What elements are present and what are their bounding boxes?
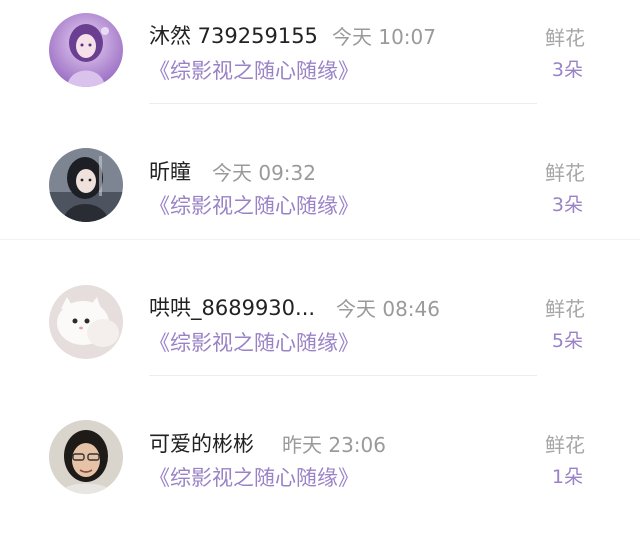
gift-message-list: 沐然 739259155 今天 10:07 《综影视之随心随缘》 鲜花 3朵 昕… <box>0 0 640 499</box>
message-time: 今天 08:46 <box>336 297 440 321</box>
anime-girl-dark-hair-avatar-icon <box>49 148 123 222</box>
work-title-link[interactable]: 《综影视之随心随缘》 <box>149 190 359 220</box>
gift-type-label: 鲜花 <box>545 433 585 457</box>
anime-girl-purple-avatar-icon <box>49 13 123 87</box>
list-item[interactable]: 可爱的彬彬 昨天 23:06 《综影视之随心随缘》 鲜花 1朵 <box>0 408 640 544</box>
white-cat-avatar-icon <box>49 285 123 359</box>
user-name[interactable]: 昕瞳 <box>149 156 191 186</box>
gift-type-label: 鲜花 <box>545 161 585 185</box>
user-avatar[interactable] <box>49 285 123 359</box>
work-title-link[interactable]: 《综影视之随心随缘》 <box>149 327 359 357</box>
message-time: 昨天 23:06 <box>282 433 386 457</box>
gift-type-label: 鲜花 <box>545 297 585 321</box>
message-time: 今天 10:07 <box>332 25 436 49</box>
gift-count: 5朵 <box>551 330 583 352</box>
user-avatar[interactable] <box>49 420 123 494</box>
gift-count: 1朵 <box>551 466 583 488</box>
row-divider <box>149 103 537 104</box>
list-item[interactable]: 哄哄_8689930... 今天 08:46 《综影视之随心随缘》 鲜花 5朵 <box>0 272 640 408</box>
row-divider <box>149 375 537 376</box>
message-time: 今天 09:32 <box>212 161 316 185</box>
gift-count: 3朵 <box>551 194 583 216</box>
user-avatar[interactable] <box>49 148 123 222</box>
row-divider <box>0 239 640 240</box>
list-item[interactable]: 昕瞳 今天 09:32 《综影视之随心随缘》 鲜花 3朵 <box>0 136 640 272</box>
list-item[interactable]: 沐然 739259155 今天 10:07 《综影视之随心随缘》 鲜花 3朵 <box>0 0 640 136</box>
work-title-link[interactable]: 《综影视之随心随缘》 <box>149 462 359 492</box>
user-name[interactable]: 哄哄_8689930... <box>149 292 315 322</box>
user-name[interactable]: 可爱的彬彬 <box>149 428 254 458</box>
user-name[interactable]: 沐然 739259155 <box>149 20 318 50</box>
gift-type-label: 鲜花 <box>545 26 585 50</box>
user-avatar[interactable] <box>49 13 123 87</box>
work-title-link[interactable]: 《综影视之随心随缘》 <box>149 55 359 85</box>
woman-photo-avatar-icon <box>49 420 123 494</box>
gift-count: 3朵 <box>551 59 583 81</box>
